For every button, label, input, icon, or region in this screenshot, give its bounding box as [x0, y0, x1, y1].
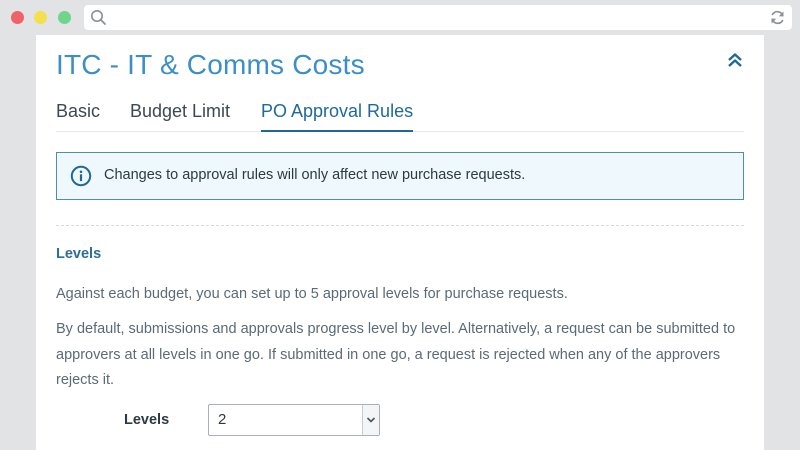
levels-select-value: 2	[218, 411, 227, 428]
page-title: ITC - IT & Comms Costs	[56, 49, 365, 80]
budget-panel: ITC - IT & Comms Costs Basic Budget Limi…	[36, 35, 764, 450]
levels-field-label: Levels	[124, 412, 170, 428]
chevron-down-icon[interactable]	[362, 405, 379, 435]
tab-budget-limit[interactable]: Budget Limit	[130, 101, 230, 130]
levels-select[interactable]: 2	[208, 404, 380, 436]
section-divider	[56, 225, 744, 226]
tab-bar: Basic Budget Limit PO Approval Rules	[56, 97, 744, 132]
tab-basic[interactable]: Basic	[56, 101, 100, 130]
window-minimize-button[interactable]	[34, 11, 47, 24]
tab-po-approval-rules[interactable]: PO Approval Rules	[261, 101, 414, 132]
levels-description-1: Against each budget, you can set up to 5…	[56, 286, 568, 302]
levels-description-2: By default, submissions and approvals pr…	[56, 321, 736, 388]
levels-heading: Levels	[56, 246, 102, 262]
info-icon	[70, 165, 92, 192]
info-notice: Changes to approval rules will only affe…	[56, 152, 744, 200]
notice-text: Changes to approval rules will only affe…	[104, 167, 526, 183]
reload-icon[interactable]	[769, 9, 786, 31]
window-close-button[interactable]	[11, 11, 24, 24]
address-bar[interactable]	[84, 5, 792, 30]
collapse-chevrons-icon[interactable]	[726, 51, 744, 69]
window-maximize-button[interactable]	[58, 11, 71, 24]
search-icon	[90, 9, 107, 31]
browser-chrome	[0, 0, 800, 35]
